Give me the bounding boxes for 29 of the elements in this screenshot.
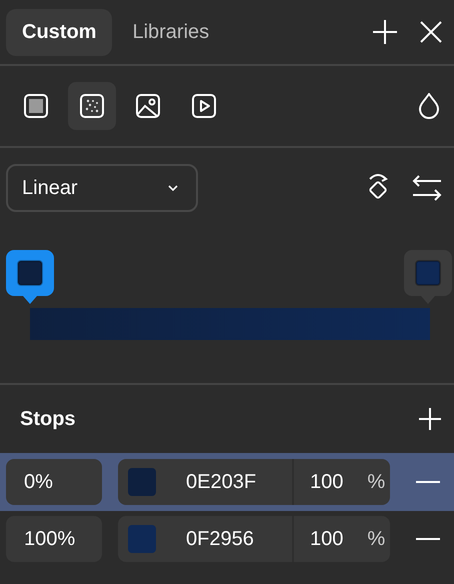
color-swatch[interactable] <box>128 468 156 496</box>
chevron-icon <box>168 185 178 191</box>
hex-field[interactable]: 0E203F <box>186 470 292 494</box>
stop-row[interactable]: 100% 0F2956 100 % <box>0 511 454 567</box>
add-icon[interactable] <box>418 407 442 431</box>
play-icon <box>192 94 216 118</box>
close-icon[interactable] <box>420 21 442 43</box>
section-title: Stops <box>20 408 76 430</box>
dotted-square-icon <box>80 94 104 118</box>
percent-label: % <box>367 470 386 494</box>
image-icon <box>136 94 160 118</box>
color-swatch[interactable] <box>128 525 156 553</box>
swap-icon[interactable] <box>412 175 442 201</box>
tab[interactable]: Custom <box>6 8 112 56</box>
add-icon[interactable] <box>372 19 398 45</box>
tab[interactable]: Libraries <box>116 8 226 56</box>
opacity-field[interactable]: 100 <box>310 528 344 550</box>
hex-field[interactable]: 0F2956 <box>186 528 292 550</box>
stop-handle[interactable] <box>6 250 54 304</box>
stop-row[interactable]: 0% 0E203F 100 % <box>0 453 454 511</box>
opacity-field[interactable]: 100 <box>310 470 344 494</box>
gradient-fill-button[interactable] <box>68 82 116 130</box>
stop-handle[interactable] <box>404 250 452 304</box>
gradient-type-dropdown[interactable]: Linear <box>6 164 198 212</box>
percent-label: % <box>367 528 386 550</box>
position-field[interactable]: 0% <box>6 459 102 505</box>
drop-icon[interactable] <box>418 93 440 119</box>
square-icon <box>24 94 48 118</box>
position-field[interactable]: 100% <box>6 516 102 562</box>
